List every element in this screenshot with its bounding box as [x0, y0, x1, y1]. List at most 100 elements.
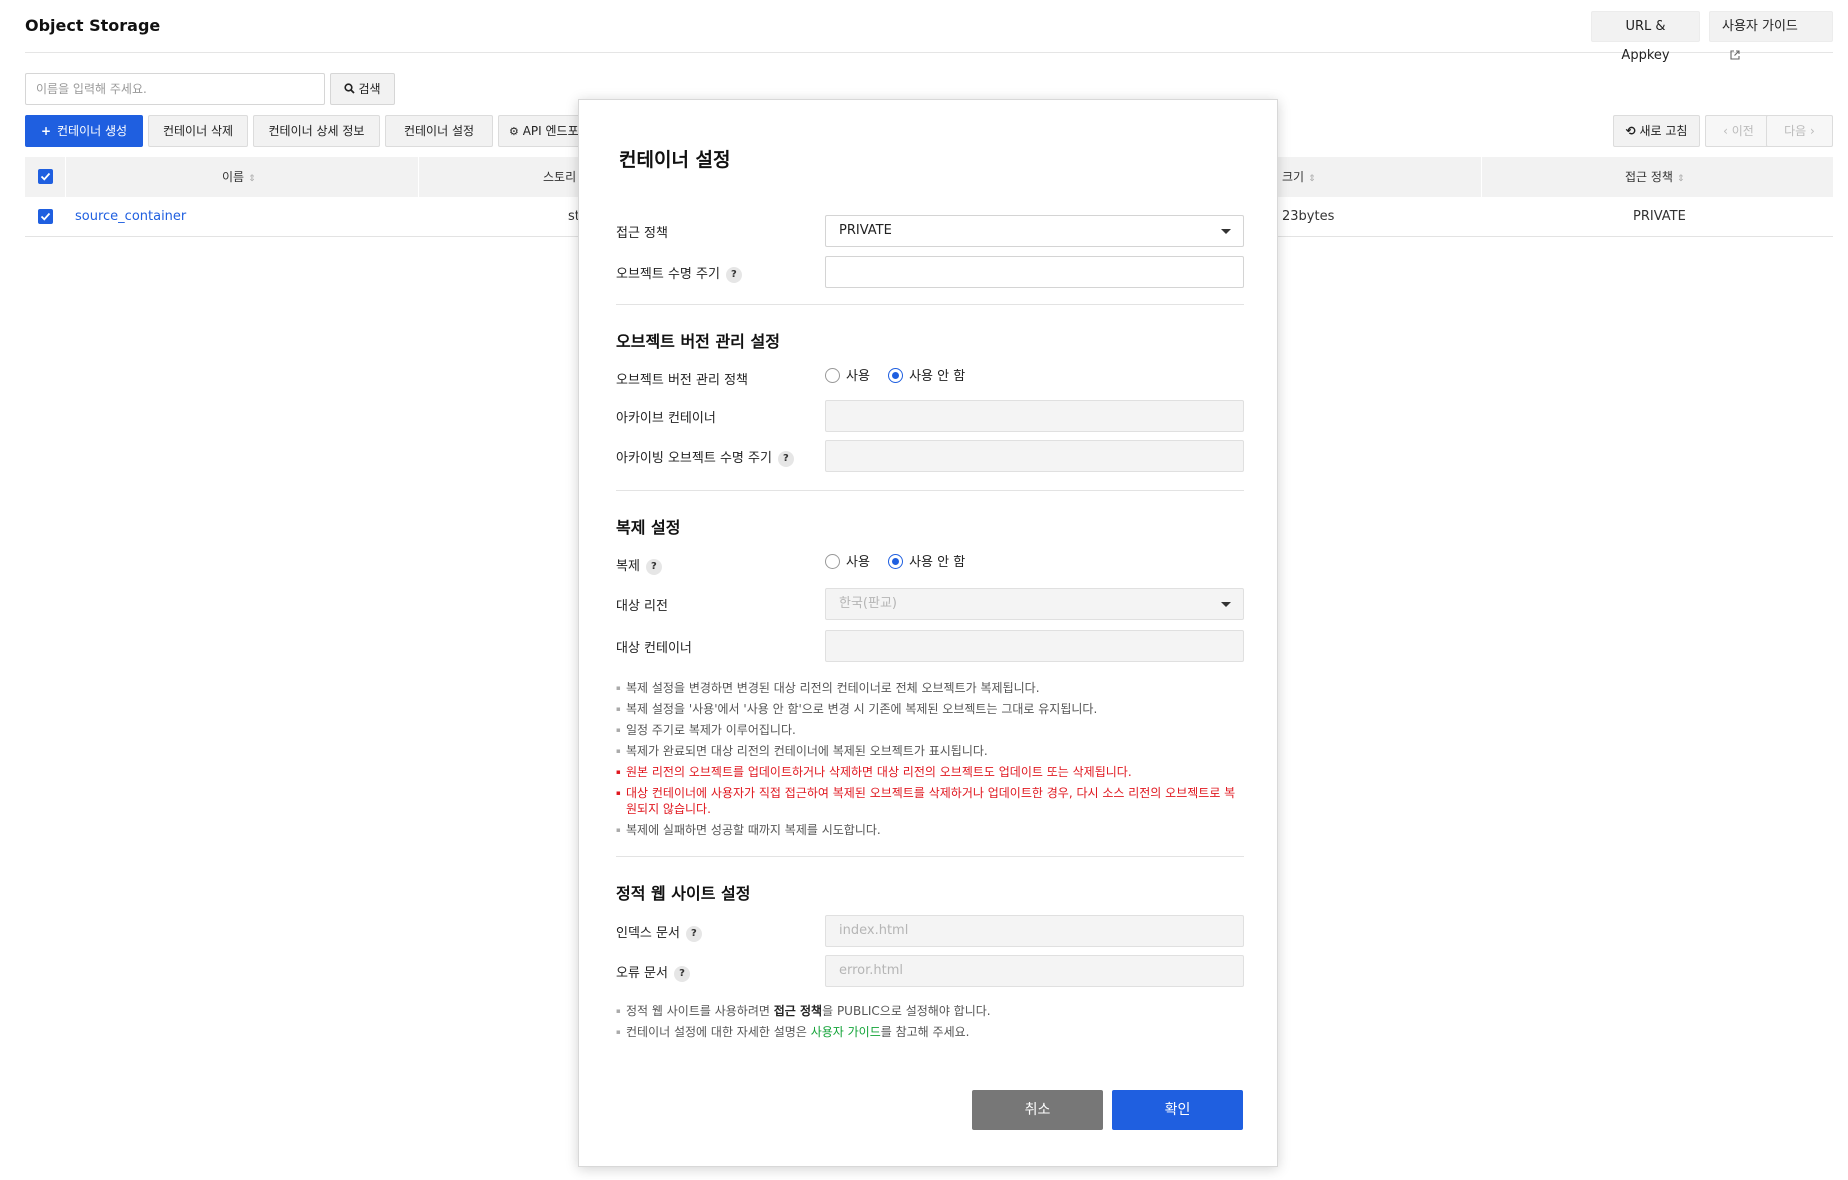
replication-warning: 대상 컨테이너에 사용자가 직접 접근하여 복제된 오브젝트를 삭제하거나 업데… — [616, 785, 1244, 817]
radio-off-icon — [825, 368, 840, 383]
replication-note: 복제 설정을 변경하면 변경된 대상 리전의 컨테이너로 전체 오브젝트가 복제… — [616, 680, 1244, 696]
replication-warning: 원본 리전의 오브젝트를 업데이트하거나 삭제하면 대상 리전의 오브젝트도 업… — [616, 764, 1244, 780]
replication-not-use-label: 사용 안 함 — [909, 555, 966, 570]
help-icon[interactable]: ? — [777, 451, 794, 467]
radio-on-icon — [888, 368, 904, 383]
versioning-use-label: 사용 — [846, 369, 870, 384]
refresh-button[interactable]: ⟲ 새로 고침 — [1613, 115, 1700, 147]
plus-icon: + — [40, 124, 51, 138]
index-document-input[interactable]: index.html — [825, 915, 1244, 947]
search-icon — [344, 83, 356, 94]
object-lifecycle-input[interactable] — [825, 256, 1244, 288]
refresh-label: 새로 고침 — [1639, 124, 1688, 138]
note-text: 컨테이너 설정에 대한 자세한 설명은 — [626, 1025, 811, 1039]
container-name-link[interactable]: source_container — [75, 197, 186, 237]
error-document-text: 오류 문서 — [616, 966, 668, 981]
note-text: 을 PUBLIC으로 설정해야 합니다. — [822, 1004, 991, 1018]
search-input[interactable]: 이름을 입력해 주세요. — [25, 73, 325, 105]
help-icon[interactable]: ? — [645, 559, 662, 575]
error-document-input[interactable]: error.html — [825, 955, 1244, 987]
replication-section-title: 복제 설정 — [616, 518, 681, 537]
caret-down-icon — [1221, 229, 1231, 234]
user-guide-link[interactable]: 사용자 가이드 — [811, 1025, 881, 1039]
replication-note: 복제에 실패하면 성공할 때까지 복제를 시도합니다. — [616, 822, 1244, 838]
note-text: 를 참고해 주세요. — [880, 1025, 970, 1039]
prev-page-button[interactable]: ‹ 이전 — [1705, 115, 1772, 147]
search-button[interactable]: 검색 — [330, 73, 395, 105]
url-appkey-button[interactable]: URL & Appkey — [1591, 11, 1700, 63]
index-document-text: 인덱스 문서 — [616, 926, 680, 941]
container-settings-button[interactable]: 컨테이너 설정 — [385, 115, 493, 147]
column-header-name[interactable]: 이름 ⇕ — [222, 157, 256, 197]
column-header-storage[interactable]: 스토리 — [543, 157, 576, 197]
replication-note: 복제 설정을 '사용'에서 '사용 안 함'으로 변경 시 기존에 복제된 오브… — [616, 701, 1244, 717]
divider — [616, 490, 1244, 491]
help-icon[interactable]: ? — [673, 966, 690, 982]
column-header-policy[interactable]: 접근 정책 ⇕ — [1625, 157, 1685, 197]
chevron-left-icon: ‹ — [1723, 124, 1728, 138]
confirm-button[interactable]: 확인 — [1112, 1090, 1243, 1130]
versioning-section-title: 오브젝트 버전 관리 설정 — [616, 332, 780, 351]
create-container-label: 컨테이너 생성 — [57, 124, 128, 138]
static-web-notes: 정적 웹 사이트를 사용하려면 접근 정책을 PUBLIC으로 설정해야 합니다… — [616, 1003, 1244, 1045]
user-guide-button[interactable]: 사용자 가이드 — [1709, 11, 1833, 60]
column-header-size[interactable]: 크기 ⇕ — [1282, 157, 1316, 197]
check-icon — [40, 172, 51, 181]
next-page-button[interactable]: 다음 › — [1766, 115, 1833, 147]
gear-icon: ⚙ — [509, 125, 519, 138]
cancel-button[interactable]: 취소 — [972, 1090, 1103, 1130]
sort-icon: ⇕ — [248, 174, 256, 184]
static-web-note: 정적 웹 사이트를 사용하려면 접근 정책을 PUBLIC으로 설정해야 합니다… — [616, 1003, 1244, 1019]
index-document-label: 인덱스 문서? — [616, 922, 702, 942]
delete-container-button[interactable]: 컨테이너 삭제 — [148, 115, 248, 147]
versioning-not-use-radio[interactable]: 사용 안 함 — [888, 368, 965, 386]
container-detail-button[interactable]: 컨테이너 상세 정보 — [253, 115, 380, 147]
access-policy-value: PRIVATE — [839, 223, 892, 238]
target-container-input[interactable] — [825, 630, 1244, 662]
caret-down-icon — [1221, 602, 1231, 607]
static-web-note: 컨테이너 설정에 대한 자세한 설명은 사용자 가이드를 참고해 주세요. — [616, 1024, 1244, 1040]
container-size-cell: 23bytes — [1282, 209, 1335, 224]
replication-notes: 복제 설정을 변경하면 변경된 대상 리전의 컨테이너로 전체 오브젝트가 복제… — [616, 680, 1244, 843]
archive-container-label: 아카이브 컨테이너 — [616, 411, 716, 426]
next-page-label: 다음 — [1784, 124, 1807, 138]
archive-lifecycle-input[interactable] — [825, 440, 1244, 472]
archive-lifecycle-text: 아카이빙 오브젝트 수명 주기 — [616, 451, 772, 466]
modal-title: 컨테이너 설정 — [619, 149, 731, 171]
note-text: 정적 웹 사이트를 사용하려면 — [626, 1004, 774, 1018]
target-region-select[interactable]: 한국(판교) — [825, 588, 1244, 620]
page-header: Object Storage URL & Appkey 사용자 가이드 — [25, 0, 1833, 63]
replication-not-use-radio[interactable]: 사용 안 함 — [888, 554, 965, 572]
user-guide-label: 사용자 가이드 — [1722, 19, 1798, 34]
column-header-policy-label: 접근 정책 — [1625, 170, 1673, 184]
replication-note: 복제가 완료되면 대상 리전의 컨테이너에 복제된 오브젝트가 표시됩니다. — [616, 743, 1244, 759]
prev-page-label: 이전 — [1731, 124, 1754, 138]
object-lifecycle-text: 오브젝트 수명 주기 — [616, 267, 720, 282]
row-checkbox[interactable] — [38, 209, 53, 224]
target-region-value: 한국(판교) — [839, 596, 897, 611]
external-link-icon — [1730, 50, 1740, 60]
sort-icon: ⇕ — [1676, 174, 1685, 184]
page-title: Object Storage — [25, 16, 161, 35]
object-lifecycle-label: 오브젝트 수명 주기? — [616, 263, 742, 283]
create-container-button[interactable]: + 컨테이너 생성 — [25, 115, 143, 147]
search-button-label: 검색 — [358, 82, 381, 96]
versioning-use-radio[interactable]: 사용 — [825, 368, 870, 386]
versioning-policy-label: 오브젝트 버전 관리 정책 — [616, 373, 748, 388]
check-icon — [40, 212, 51, 221]
help-icon[interactable]: ? — [685, 926, 702, 942]
replication-label: 복제? — [616, 555, 662, 575]
column-header-storage-label: 스토리 — [543, 170, 577, 184]
help-icon[interactable]: ? — [725, 267, 742, 283]
replication-radio-group: 사용 사용 안 함 — [825, 554, 979, 572]
target-region-label: 대상 리전 — [616, 599, 668, 614]
replication-use-radio[interactable]: 사용 — [825, 554, 870, 572]
replication-note: 일정 주기로 복제가 이루어집니다. — [616, 722, 1244, 738]
target-container-label: 대상 컨테이너 — [616, 641, 692, 656]
archive-container-input[interactable] — [825, 400, 1244, 432]
archive-lifecycle-label: 아카이빙 오브젝트 수명 주기? — [616, 447, 794, 467]
column-header-name-label: 이름 — [222, 170, 245, 184]
note-bold-text: 접근 정책 — [773, 1004, 823, 1018]
access-policy-select[interactable]: PRIVATE — [825, 215, 1244, 247]
select-all-checkbox[interactable] — [38, 169, 53, 184]
